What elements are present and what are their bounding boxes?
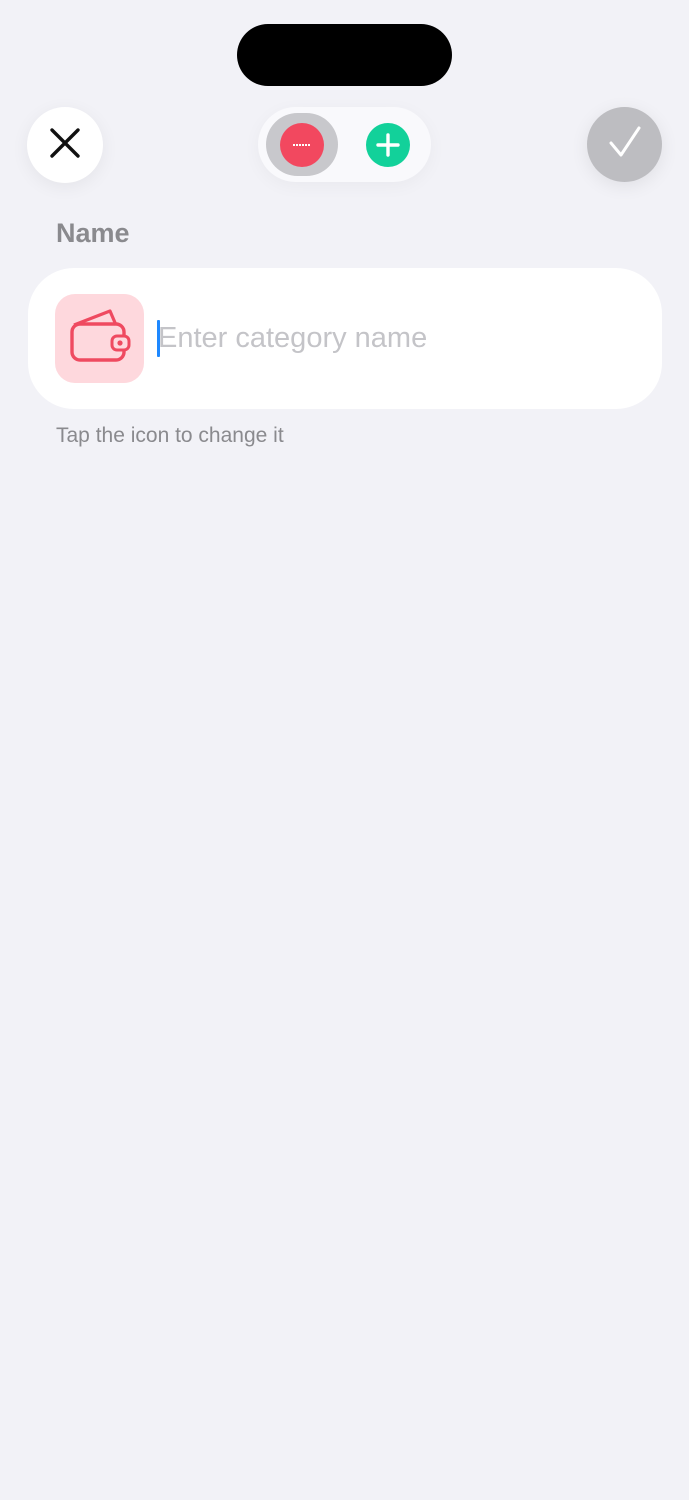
close-icon xyxy=(48,126,82,165)
minus-circle-icon xyxy=(280,122,324,167)
category-name-input[interactable] xyxy=(158,314,628,362)
income-type-option[interactable] xyxy=(352,113,424,176)
section-label-name: Name xyxy=(56,218,130,248)
close-button[interactable] xyxy=(27,107,103,183)
checkmark-icon xyxy=(605,122,645,167)
category-icon-button[interactable] xyxy=(55,294,144,383)
icon-hint-text: Tap the icon to change it xyxy=(56,424,284,447)
dynamic-island xyxy=(237,24,452,86)
expense-type-option[interactable] xyxy=(266,113,338,176)
category-name-card xyxy=(28,268,662,409)
plus-circle-icon xyxy=(366,122,410,167)
category-type-toggle xyxy=(258,107,431,182)
wallet-icon xyxy=(68,307,132,370)
confirm-button[interactable] xyxy=(587,107,662,182)
